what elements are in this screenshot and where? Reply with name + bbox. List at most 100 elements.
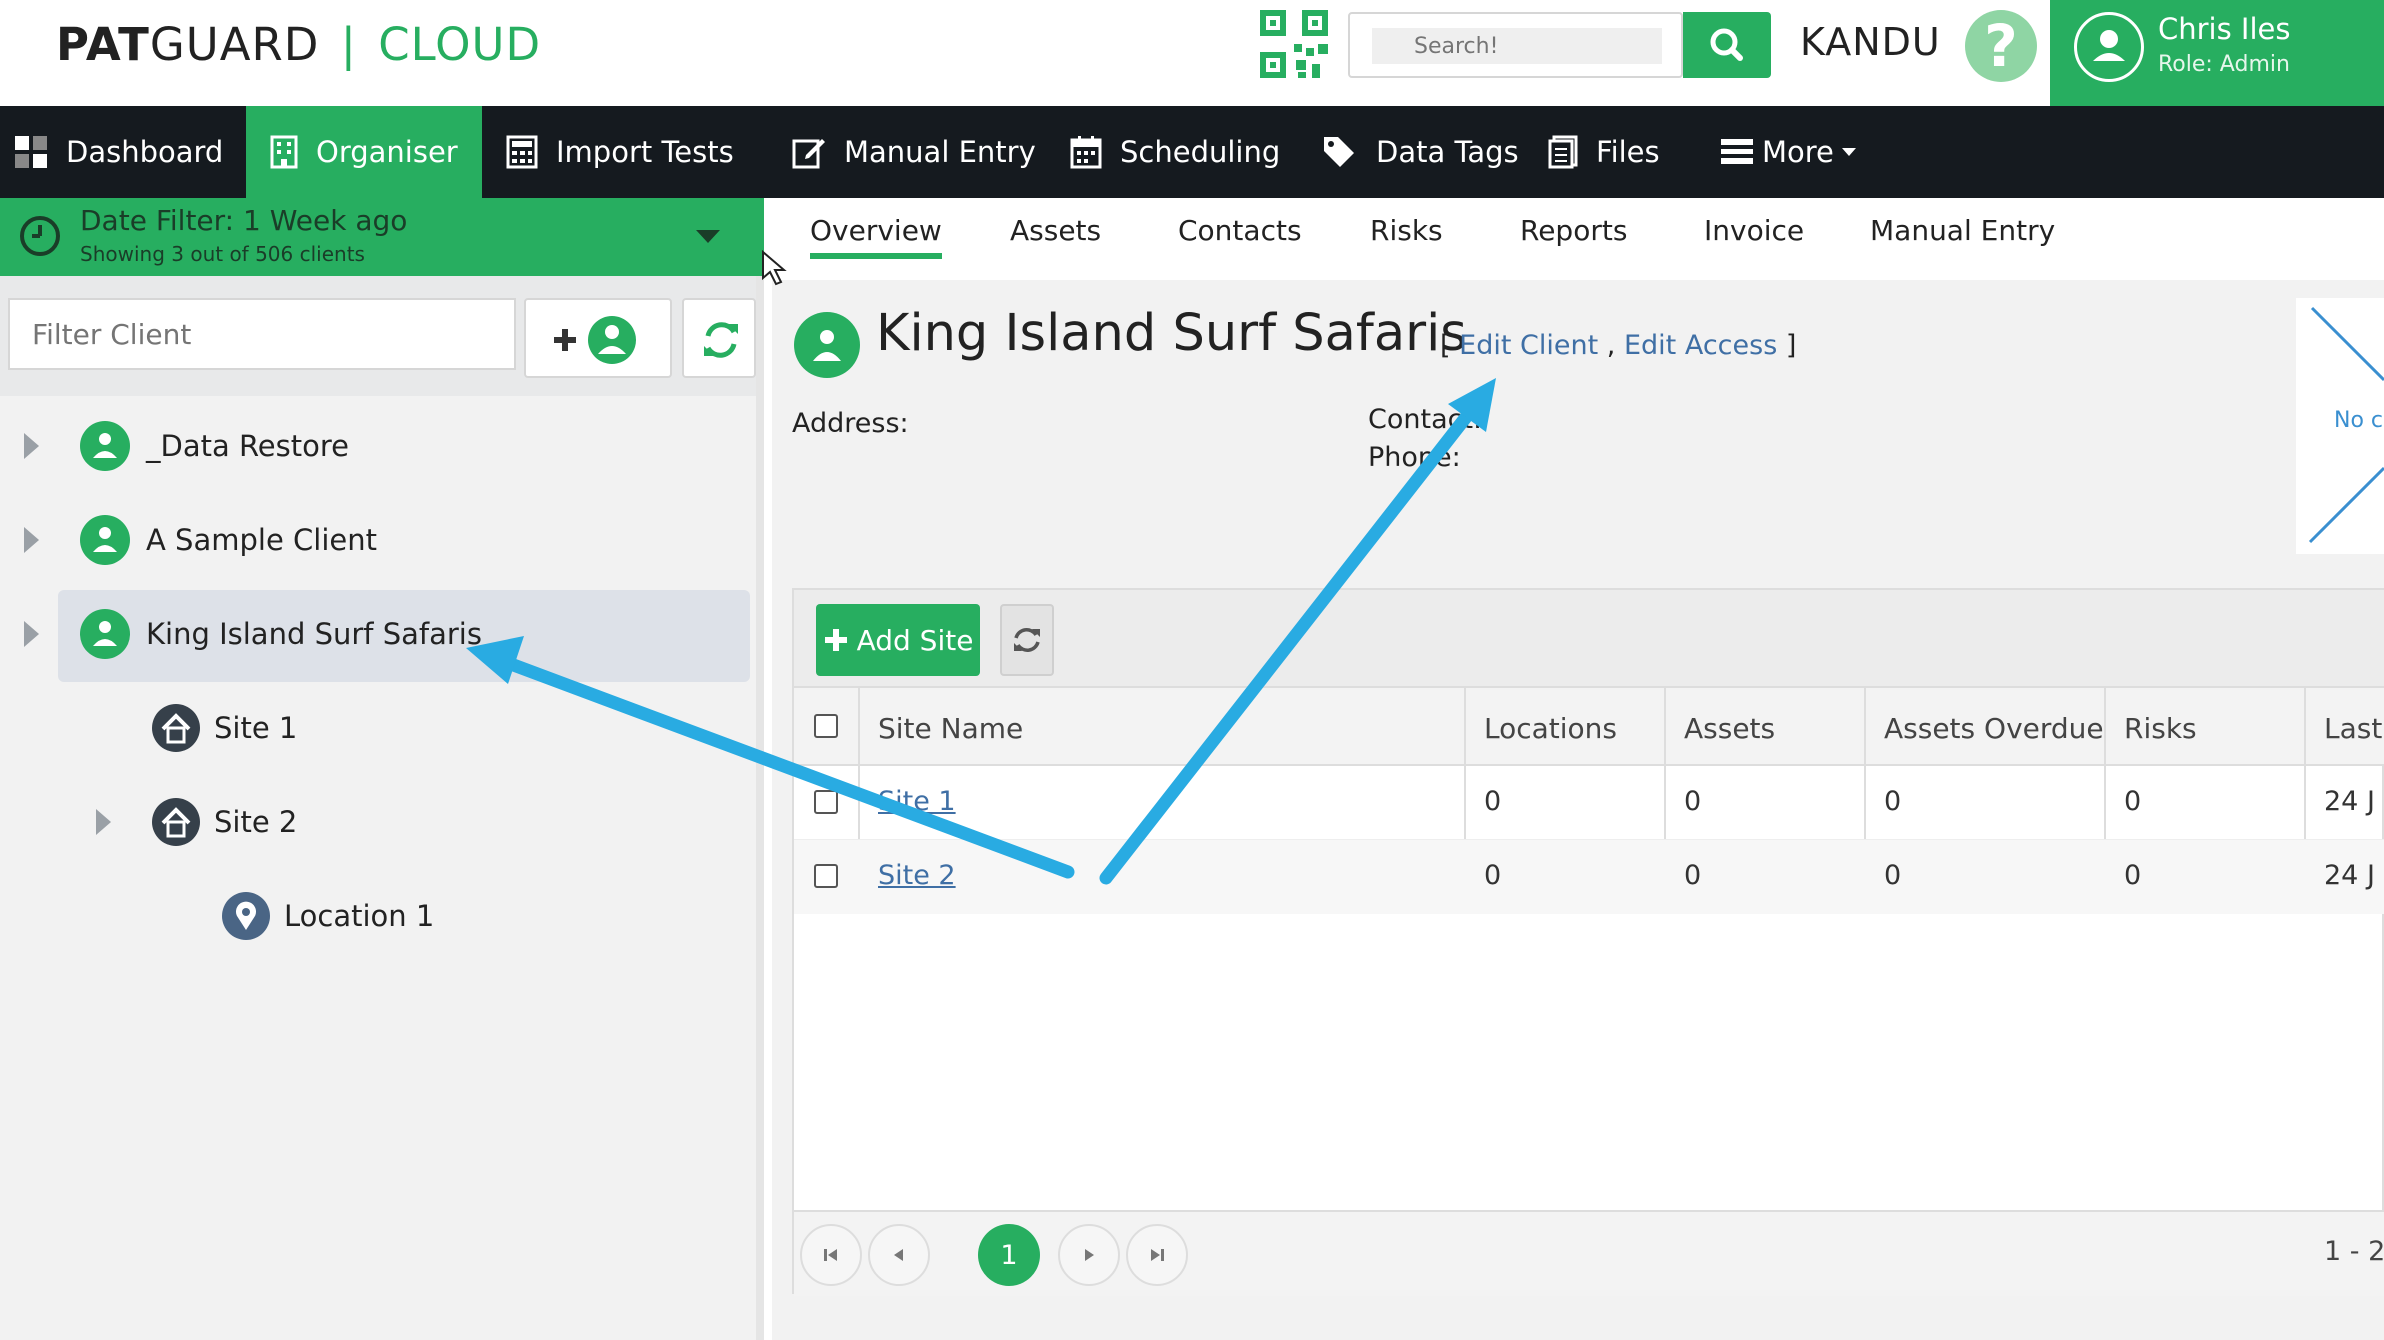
add-client-icon bbox=[554, 316, 636, 364]
global-search[interactable] bbox=[1348, 12, 1683, 78]
nav-data-tags[interactable]: Data Tags bbox=[1322, 106, 1522, 198]
add-site-label: Add Site bbox=[856, 623, 974, 657]
nav-import-tests[interactable]: Import Tests bbox=[506, 106, 766, 198]
nav-dashboard[interactable]: Dashboard bbox=[14, 106, 246, 198]
table-row[interactable]: Site 2 0 0 0 0 24 J bbox=[794, 840, 2384, 914]
qr-code-icon[interactable] bbox=[1260, 10, 1328, 78]
col-assets[interactable]: Assets bbox=[1684, 712, 1775, 745]
tree-label: A Sample Client bbox=[146, 523, 377, 557]
select-all-checkbox[interactable] bbox=[814, 714, 838, 738]
date-filter-dropdown[interactable]: Date Filter: 1 Week ago Showing 3 out of… bbox=[0, 198, 764, 276]
client-name-heading: King Island Surf Safaris bbox=[876, 304, 1467, 363]
address-label: Address: bbox=[792, 408, 909, 439]
nav-manual-entry[interactable]: Manual Entry bbox=[792, 106, 1042, 198]
tree-client-a-sample-client[interactable]: A Sample Client bbox=[80, 494, 377, 586]
tags-icon bbox=[1324, 137, 1354, 167]
tab-contacts[interactable]: Contacts bbox=[1178, 214, 1302, 247]
search-icon bbox=[1710, 28, 1743, 61]
nav-more[interactable]: More bbox=[1720, 106, 1870, 198]
refresh-sites-button[interactable] bbox=[1000, 604, 1054, 676]
grid-header: Site Name Locations Assets Assets Overdu… bbox=[794, 688, 2384, 766]
expand-caret-icon[interactable] bbox=[96, 809, 111, 835]
tree-client-king-island-surf-safaris[interactable]: King Island Surf Safaris bbox=[80, 588, 482, 680]
bracket-close: ] bbox=[1785, 330, 1797, 361]
tree-site-2[interactable]: Site 2 bbox=[152, 776, 297, 868]
col-risks[interactable]: Risks bbox=[2124, 712, 2197, 745]
client-icon bbox=[80, 515, 130, 565]
refresh-clients-button[interactable] bbox=[682, 298, 756, 378]
refresh-icon bbox=[704, 322, 738, 358]
tree-client-data-restore[interactable]: _Data Restore bbox=[80, 400, 349, 492]
cell-assets: 0 bbox=[1684, 786, 1702, 817]
client-icon bbox=[80, 421, 130, 471]
tree-label: _Data Restore bbox=[146, 429, 349, 463]
table-row[interactable]: Site 1 0 0 0 0 24 J bbox=[794, 766, 2384, 840]
refresh-icon bbox=[1014, 628, 1040, 652]
col-locations[interactable]: Locations bbox=[1484, 712, 1617, 745]
edit-access-link[interactable]: Edit Access bbox=[1624, 330, 1777, 361]
tree-location-1[interactable]: Location 1 bbox=[222, 870, 434, 962]
previous-page-button[interactable] bbox=[868, 1224, 930, 1286]
search-button[interactable] bbox=[1683, 12, 1771, 78]
tab-risks[interactable]: Risks bbox=[1370, 214, 1443, 247]
user-menu[interactable]: Chris Iles Role: Admin bbox=[2050, 0, 2384, 106]
map-pin-icon bbox=[222, 892, 270, 940]
expand-caret-icon[interactable] bbox=[24, 527, 39, 553]
add-site-button[interactable]: Add Site bbox=[816, 604, 980, 676]
search-input[interactable] bbox=[1372, 28, 1662, 64]
tree-site-1[interactable]: Site 1 bbox=[152, 682, 297, 774]
pagination: 1 1 - 2 bbox=[794, 1210, 2384, 1296]
site-link[interactable]: Site 2 bbox=[878, 860, 956, 891]
no-image-text: No c bbox=[2334, 408, 2384, 433]
expand-caret-icon[interactable] bbox=[24, 433, 39, 459]
add-client-button[interactable] bbox=[524, 298, 672, 378]
dashboard-icon bbox=[15, 136, 47, 168]
logo-separator: | bbox=[340, 18, 357, 71]
nav-label: Organiser bbox=[316, 135, 458, 169]
calendar-icon bbox=[1070, 136, 1102, 169]
logo-text-cloud: CLOUD bbox=[378, 18, 542, 71]
row-checkbox[interactable] bbox=[814, 864, 838, 888]
filter-client-input[interactable] bbox=[8, 298, 516, 370]
cell-locations: 0 bbox=[1484, 786, 1502, 817]
link-separator: , bbox=[1606, 330, 1616, 361]
col-assets-overdue[interactable]: Assets Overdue bbox=[1884, 712, 2104, 745]
current-page-button[interactable]: 1 bbox=[978, 1224, 1040, 1286]
cell-last: 24 J bbox=[2324, 786, 2375, 817]
col-site-name[interactable]: Site Name bbox=[878, 712, 1023, 745]
cell-assets: 0 bbox=[1684, 860, 1702, 891]
expand-caret-icon[interactable] bbox=[24, 621, 39, 647]
previous-icon bbox=[894, 1249, 903, 1261]
files-icon bbox=[1548, 135, 1578, 169]
site-link[interactable]: Site 1 bbox=[878, 786, 956, 817]
sites-toolbar: Add Site bbox=[794, 590, 2384, 688]
help-button[interactable]: ? bbox=[1965, 10, 2037, 82]
row-checkbox[interactable] bbox=[814, 790, 838, 814]
organisation-name: KANDU bbox=[1800, 20, 1941, 64]
tab-invoice[interactable]: Invoice bbox=[1704, 214, 1804, 247]
first-page-button[interactable] bbox=[800, 1224, 862, 1286]
bracket-open: [ bbox=[1440, 330, 1451, 361]
client-icon bbox=[794, 312, 860, 378]
caret-down-icon bbox=[696, 230, 720, 243]
cell-assets-overdue: 0 bbox=[1884, 860, 1902, 891]
pagination-info: 1 - 2 bbox=[2324, 1236, 2384, 1267]
next-page-button[interactable] bbox=[1058, 1224, 1120, 1286]
tab-assets[interactable]: Assets bbox=[1010, 214, 1101, 247]
tab-manual-entry[interactable]: Manual Entry bbox=[1870, 214, 2055, 247]
last-page-button[interactable] bbox=[1126, 1224, 1188, 1286]
nav-scheduling[interactable]: Scheduling bbox=[1070, 106, 1320, 198]
menu-icon bbox=[1721, 139, 1753, 164]
calculator-icon bbox=[506, 135, 538, 169]
contact-label: Contact: bbox=[1368, 404, 1483, 435]
col-last[interactable]: Last bbox=[2324, 712, 2382, 745]
edit-client-link[interactable]: Edit Client bbox=[1459, 330, 1598, 361]
client-edit-links: [ Edit Client , Edit Access ] bbox=[1440, 330, 1796, 361]
tab-overview[interactable]: Overview bbox=[810, 214, 942, 259]
tree-label: Site 2 bbox=[214, 805, 298, 839]
patguard-cloud-logo[interactable]: PATGUARD | CLOUD bbox=[56, 18, 541, 71]
tab-reports[interactable]: Reports bbox=[1520, 214, 1627, 247]
nav-files[interactable]: Files bbox=[1548, 106, 1718, 198]
nav-organiser[interactable]: Organiser bbox=[246, 106, 482, 198]
top-header: PATGUARD | CLOUD KANDU ? bbox=[0, 0, 2384, 106]
